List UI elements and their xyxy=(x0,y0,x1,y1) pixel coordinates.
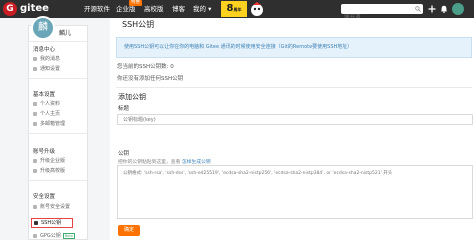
sidebar-item-account-security[interactable]: 账号安全设置 xyxy=(33,202,87,212)
sidebar-divider xyxy=(29,133,87,134)
sidebar-divider xyxy=(29,41,87,42)
key-icon xyxy=(33,233,37,238)
plus-icon[interactable] xyxy=(428,5,436,13)
settings-sidebar: 麟 麟儿 消息中心 我的消息 通知设置 基本设置 个人资料 个人主页 多邮箱管理… xyxy=(28,16,88,240)
sidebar-item-upgrade-enterprise[interactable]: 升级企业版 xyxy=(33,156,87,166)
ssh-key-count: 您当前的SSH公钥数: 0 xyxy=(117,64,174,70)
mascot-icon xyxy=(251,2,263,16)
enterprise-icon xyxy=(33,158,37,163)
lock-icon xyxy=(33,204,37,209)
user-icon xyxy=(33,101,37,106)
sidebar-item-label: 个人主页 xyxy=(40,111,61,117)
sidebar-item-label: 升级企业版 xyxy=(40,158,66,164)
section-divider xyxy=(116,87,472,88)
sidebar-item-label: 多邮箱管理 xyxy=(40,121,66,127)
ssh-key-panel: SSH公钥 使用SSH公钥可以让你在你的电脑和 Gitee 通讯的时候使用安全连… xyxy=(110,18,474,240)
beta-badge: Beta xyxy=(62,232,75,239)
add-key-title: 添加公钥 xyxy=(118,93,146,101)
sidebar-item-label: 我的消息 xyxy=(40,56,61,62)
sidebar-item-emails[interactable]: 多邮箱管理 xyxy=(33,119,87,129)
sidebar-group-messages: 消息中心 xyxy=(33,47,56,53)
sidebar-item-notification-settings[interactable]: 通知设置 xyxy=(33,64,87,74)
sidebar-avatar[interactable]: 麟 xyxy=(31,16,55,40)
anniversary-banner[interactable]: 8周年 xyxy=(221,1,247,17)
sidebar-group-security: 安全设置 xyxy=(33,194,56,200)
search-icon[interactable] xyxy=(415,6,421,12)
gitee-logo-mark: G xyxy=(3,2,17,16)
sidebar-group-upgrade: 账号升级 xyxy=(33,149,56,155)
sidebar-divider xyxy=(29,180,87,181)
home-icon xyxy=(33,111,37,116)
bell-icon[interactable] xyxy=(440,5,448,13)
sidebar-user-name[interactable]: 麟儿 xyxy=(59,28,71,37)
sidebar-item-profile[interactable]: 个人资料 xyxy=(33,99,87,109)
user-avatar[interactable] xyxy=(452,3,464,15)
sidebar-item-gpg-keys[interactable]: GPG公钥 Beta xyxy=(33,231,87,240)
confirm-button[interactable]: 确定 xyxy=(118,225,140,236)
sidebar-item-upgrade-education[interactable]: 升级高校版 xyxy=(33,166,87,176)
bell-icon xyxy=(33,66,37,71)
sidebar-item-label: 个人资料 xyxy=(40,101,61,107)
sidebar-item-homepage[interactable]: 个人主页 xyxy=(33,109,87,119)
public-key-textarea[interactable] xyxy=(117,165,473,219)
sidebar-item-ssh-keys[interactable]: SSH公钥 xyxy=(31,218,73,228)
top-nav-bar: G gitee 开源软件 企业版 特惠 高校版 博客 我的 ▾ 8周年 xyxy=(0,0,474,23)
title-field-label: 标题 xyxy=(118,106,130,112)
page-title: SSH公钥 xyxy=(122,20,155,29)
gitee-logo-text: gitee xyxy=(20,3,49,14)
nav-open-source[interactable]: 开源软件 xyxy=(84,0,110,18)
nav-blog[interactable]: 博客 xyxy=(172,0,185,18)
key-hint: 把你的公钥粘贴到这里，查看 怎样生成公钥 xyxy=(118,158,211,165)
sidebar-divider xyxy=(29,78,87,79)
key-title-input[interactable] xyxy=(117,114,473,125)
mail-icon xyxy=(33,121,37,126)
key-field-label: 公钥 xyxy=(118,151,130,157)
education-icon xyxy=(33,168,37,173)
key-icon xyxy=(34,220,38,225)
sidebar-item-label: 通知设置 xyxy=(40,66,61,72)
gitee-logo[interactable]: G gitee xyxy=(3,2,61,16)
sidebar-group-basic: 基本设置 xyxy=(33,92,56,98)
anniversary-text: 周年 xyxy=(233,7,242,12)
message-icon xyxy=(33,56,37,61)
sidebar-item-label: 账号安全设置 xyxy=(40,204,71,210)
sidebar-item-label: SSH公钥 xyxy=(41,220,62,226)
nav-education[interactable]: 高校版 xyxy=(144,0,164,18)
ssh-notice-banner: 使用SSH公钥可以让你在你的电脑和 Gitee 通讯的时候使用安全连接（Git的… xyxy=(116,37,472,58)
nav-mine-dropdown[interactable]: 我的 ▾ xyxy=(193,0,211,18)
sidebar-item-my-messages[interactable]: 我的消息 xyxy=(33,54,87,64)
sidebar-item-label: GPG公钥 xyxy=(40,233,61,239)
hot-badge: 特惠 xyxy=(129,0,142,6)
no-key-message: 你还没有添加任何SSH公钥 xyxy=(117,76,184,82)
search-box xyxy=(341,4,423,23)
sidebar-item-label: 升级高校版 xyxy=(40,168,66,174)
